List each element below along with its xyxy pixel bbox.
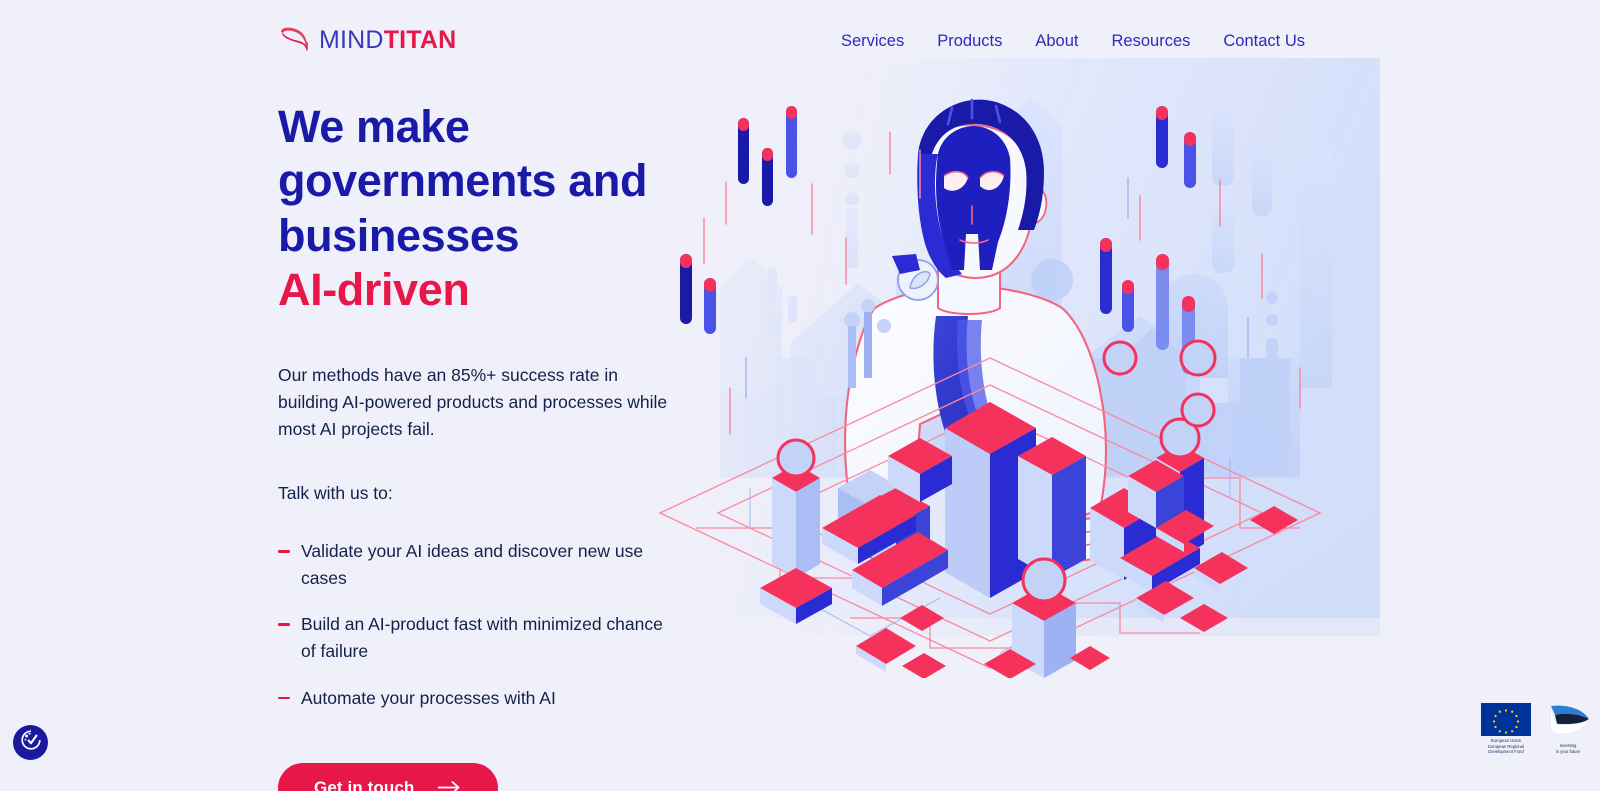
- accessibility-icon: [19, 728, 43, 757]
- estonia-swoosh-flag-icon: [1545, 703, 1591, 741]
- isometric-wires: [749, 458, 1231, 654]
- estonia-caption: Investing in your future: [1544, 743, 1592, 754]
- hero-illustration: [600, 58, 1380, 678]
- get-in-touch-label: Get in touch: [314, 778, 415, 791]
- nav-item-about[interactable]: About: [1035, 28, 1078, 55]
- headline-accent: AI-driven: [278, 264, 470, 316]
- floating-capsules: [680, 106, 1217, 428]
- list-item: Automate your processes with AI: [278, 685, 678, 712]
- dash-marker-icon: [278, 696, 290, 699]
- talk-with-us-label: Talk with us to:: [278, 483, 393, 504]
- nav-item-resources[interactable]: Resources: [1112, 28, 1191, 55]
- landing-page: MINDTITAN Services Products About Resour…: [0, 0, 1600, 791]
- headline-line-1: We make: [278, 101, 470, 152]
- benefits-list: Validate your AI ideas and discover new …: [278, 538, 698, 711]
- eu-caption: European Union European Regional Develop…: [1476, 738, 1536, 755]
- tick-marks-blue: [745, 177, 1249, 399]
- nav-item-services[interactable]: Services: [841, 28, 904, 55]
- titan-figure: [843, 98, 1116, 566]
- brand-wordmark: MINDTITAN: [319, 25, 457, 54]
- list-item-label: Validate your AI ideas and discover new …: [301, 541, 644, 588]
- list-item-label: Build an AI-product fast with minimized …: [301, 614, 663, 661]
- list-item-label: Automate your processes with AI: [301, 687, 556, 708]
- headline-line-3: businesses: [278, 209, 520, 261]
- swoosh-mark-icon: [278, 23, 312, 57]
- tick-marks: [703, 131, 1301, 435]
- estonia-caption-line-2: in your future: [1555, 748, 1581, 754]
- get-in-touch-button[interactable]: Get in touch: [278, 763, 499, 791]
- dash-marker-icon: [278, 623, 290, 626]
- hero-copy: We make governments and businesses AI-dr…: [278, 100, 698, 791]
- accessibility-widget-button[interactable]: [13, 725, 48, 760]
- eu-flag-block: European Union European Regional Develop…: [1476, 703, 1536, 755]
- brand-logo[interactable]: MINDTITAN: [278, 22, 456, 58]
- page-title: We make governments and businesses AI-dr…: [278, 100, 698, 318]
- european-union-flag-icon: [1481, 703, 1531, 736]
- arrow-right-icon: [437, 780, 462, 791]
- nav-item-contact-us[interactable]: Contact Us: [1223, 28, 1305, 55]
- hero-description: Our methods have an 85%+ success rate in…: [278, 364, 668, 439]
- isometric-grid: [658, 357, 1322, 669]
- eu-funding-badge: European Union European Regional Develop…: [1476, 703, 1592, 755]
- eu-caption-line-3: Development Fund: [1488, 749, 1524, 755]
- site-header: MINDTITAN Services Products About Resour…: [0, 0, 1600, 80]
- brand-word-mind: MIND: [319, 25, 384, 54]
- headline-line-2: governments and: [278, 155, 648, 207]
- main-navigation: Services Products About Resources Contac…: [841, 28, 1305, 55]
- background-skyline: [720, 58, 1380, 636]
- dash-marker-icon: [278, 550, 290, 553]
- nav-item-products[interactable]: Products: [937, 28, 1002, 55]
- brand-word-titan: TITAN: [383, 25, 457, 54]
- isometric-city: [760, 299, 1298, 678]
- estonia-block: Investing in your future: [1544, 703, 1592, 754]
- list-item: Validate your AI ideas and discover new …: [278, 538, 678, 591]
- list-item: Build an AI-product fast with minimized …: [278, 611, 678, 664]
